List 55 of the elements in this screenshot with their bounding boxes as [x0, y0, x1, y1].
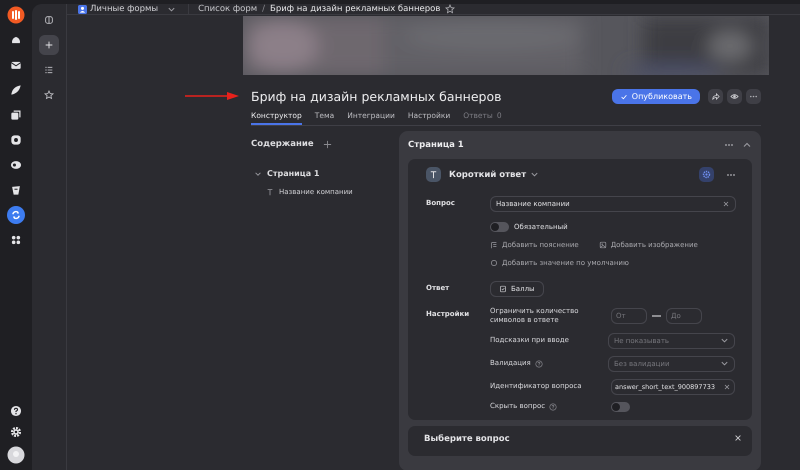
plus-button[interactable] — [39, 35, 59, 55]
chevron-down-icon[interactable] — [254, 170, 262, 178]
logo-icon — [7, 6, 25, 24]
chevron-down-icon — [720, 336, 729, 346]
app-button[interactable] — [7, 6, 25, 24]
checklist-icon — [499, 285, 507, 293]
preview-button[interactable] — [727, 89, 742, 104]
breadcrumb-separator: / — [262, 4, 266, 14]
settings-icon[interactable] — [9, 425, 23, 439]
pages-icon — [9, 108, 23, 122]
publish-button[interactable]: Опубликовать — [612, 89, 700, 104]
chevron-down-icon — [720, 359, 729, 368]
eye-icon — [730, 92, 739, 101]
lines-icon — [490, 241, 498, 249]
question-type-dropdown[interactable]: Короткий ответ — [449, 170, 526, 180]
apps-icon — [9, 233, 23, 247]
text-type-icon — [266, 188, 274, 196]
radio-icon — [490, 259, 498, 267]
toggle-switch[interactable] — [611, 402, 630, 412]
add-icon[interactable] — [322, 140, 332, 148]
app-button[interactable] — [7, 206, 25, 224]
check-icon — [620, 92, 628, 100]
pointer-arrow — [185, 91, 239, 101]
share-button[interactable] — [708, 89, 723, 104]
plus-icon — [43, 39, 55, 51]
settings-button[interactable] — [699, 167, 714, 182]
workspace-dropdown[interactable]: Личные формы — [67, 4, 188, 14]
list-icon — [43, 64, 55, 76]
breadcrumb-current: Бриф на дизайн рекламных баннеров — [270, 4, 440, 14]
card-title: Выберите вопрос — [424, 434, 511, 444]
image-icon — [598, 241, 607, 249]
settings-icon — [702, 170, 711, 179]
text-type-icon — [426, 167, 441, 182]
share-icon — [711, 92, 720, 101]
section-heading: Содержание — [251, 139, 314, 149]
clear-icon[interactable] — [723, 382, 731, 391]
help-icon[interactable] — [9, 404, 23, 418]
chat-icon — [9, 158, 23, 172]
form-title: Бриф на дизайн рекламных баннеров — [251, 89, 502, 104]
cup-icon — [9, 183, 23, 197]
clear-icon[interactable] — [722, 200, 730, 208]
sidebar-toggle-icon — [43, 14, 55, 26]
star-icon — [43, 89, 55, 101]
dash-icon — [652, 314, 661, 318]
coin-icon — [9, 133, 23, 147]
favorite-star-icon[interactable] — [445, 4, 456, 14]
close-icon[interactable] — [734, 434, 742, 442]
page-title: Страница 1 — [408, 140, 465, 150]
avatar-icon[interactable] — [7, 446, 25, 464]
leaf-icon — [9, 83, 23, 97]
toggle-switch[interactable] — [490, 222, 509, 232]
person-icon — [78, 4, 87, 14]
breadcrumb-link[interactable]: Список форм — [198, 4, 258, 14]
page-item[interactable]: Страница 1 — [267, 169, 320, 178]
chevron-down-icon — [530, 170, 540, 179]
